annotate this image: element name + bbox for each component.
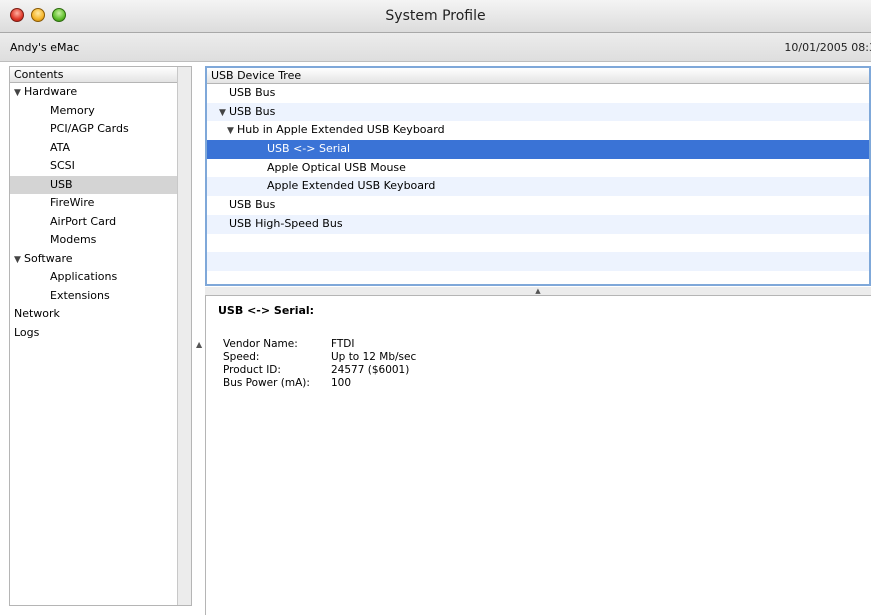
sidebar-item-ata[interactable]: ATA [10, 139, 191, 158]
detail-value: 100 [331, 377, 352, 389]
usb-tree-row[interactable]: USB Bus [207, 84, 869, 103]
usb-tree-label: Apple Optical USB Mouse [267, 160, 406, 174]
detail-key: Speed: [223, 351, 260, 363]
disclosure-triangle-icon[interactable]: ▼ [219, 104, 229, 123]
sidebar-item-scsi[interactable]: SCSI [10, 157, 191, 176]
usb-tree-row[interactable]: Apple Optical USB Mouse [207, 159, 869, 178]
sidebar-item-label: Software [24, 251, 73, 265]
sidebar-item-label: Memory [50, 103, 95, 117]
usb-tree-label: USB High-Speed Bus [229, 216, 343, 230]
split-view-handle[interactable]: ▲ [205, 287, 871, 295]
usb-tree-label: USB Bus [229, 104, 276, 118]
usb-tree-row[interactable]: USB Bus [207, 196, 869, 215]
usb-tree-header[interactable]: USB Device Tree [207, 68, 869, 84]
detail-value: Up to 12 Mb/sec [331, 351, 417, 363]
collapse-arrow-icon[interactable]: ▲ [196, 340, 202, 349]
sidebar-item-label: ATA [50, 140, 71, 154]
empty-tree-row [207, 234, 869, 253]
sidebar-item-logs[interactable]: Logs [10, 324, 191, 343]
sidebar-item-hardware[interactable]: ▼ Hardware [10, 83, 191, 102]
empty-tree-row [207, 252, 869, 271]
usb-tree-row[interactable]: Apple Extended USB Keyboard [207, 177, 869, 197]
sidebar-item-label: USB [50, 177, 73, 191]
sidebar-item-usb[interactable]: USB [10, 175, 191, 194]
detail-key: Product ID: [223, 364, 281, 376]
title-bar: System Profile [0, 0, 871, 33]
info-bar: Andy's eMac 10/01/2005 08:37 [0, 33, 871, 62]
sidebar-item-label: AirPort Card [50, 214, 117, 228]
usb-tree-label: Hub in Apple Extended USB Keyboard [237, 123, 445, 137]
sidebar-item-software[interactable]: ▼ Software [10, 250, 191, 269]
window-title: System Profile [385, 8, 486, 24]
usb-tree-row[interactable]: ▼ Hub in Apple Extended USB Keyboard [207, 121, 869, 140]
detail-row: Vendor Name: FTDI [223, 338, 354, 351]
disclosure-triangle-icon[interactable]: ▼ [227, 122, 237, 141]
usb-tree-label: Apple Extended USB Keyboard [267, 179, 436, 193]
disclosure-triangle-icon[interactable]: ▼ [14, 84, 24, 103]
splitter-grip-icon: ▲ [535, 287, 541, 295]
machine-name: Andy's eMac [10, 41, 80, 54]
usb-tree-row[interactable]: USB <-> Serial [207, 140, 869, 159]
detail-row: Product ID: 24577 ($6001) [223, 364, 409, 377]
detail-panel: USB <-> Serial: Vendor Name: FTDI Speed: Up… [205, 295, 871, 615]
sidebar-item-label: Applications [50, 270, 118, 283]
detail-key: Bus Power (mA): [223, 377, 310, 389]
sidebar-item-label: Hardware [24, 85, 78, 98]
usb-tree-label: USB Bus [229, 198, 276, 212]
usb-tree-label: USB Bus [229, 86, 276, 99]
contents-list[interactable]: Contents ▼ Hardware Memory PCI/AGP Cards ATA… [9, 66, 192, 606]
detail-value: 24577 ($6001) [331, 364, 410, 376]
detail-row: Bus Power (mA): 100 [223, 377, 351, 390]
sidebar-item-label: Extensions [50, 288, 110, 302]
sidebar-item-label: PCI/AGP Cards [50, 122, 129, 135]
sidebar-item-memory[interactable]: Memory [10, 102, 191, 121]
sidebar-item-applications[interactable]: Applications [10, 268, 191, 287]
sidebar-item-label: Network [14, 307, 60, 320]
usb-device-tree[interactable]: USB Device Tree USB Bus ▼ USB Bus ▼ Hub in A… [205, 66, 871, 286]
detail-row: Speed: Up to 12 Mb/sec [223, 351, 416, 364]
sidebar-item-label: Modems [50, 233, 97, 246]
sidebar-item-firewire[interactable]: FireWire [10, 194, 191, 213]
detail-title: USB <-> Serial: [218, 304, 315, 317]
sidebar-item-pci-agp-cards[interactable]: PCI/AGP Cards [10, 120, 191, 139]
detail-value: FTDI [331, 338, 355, 350]
contents-header[interactable]: Contents [10, 67, 191, 83]
usb-tree-label: USB <-> Serial [267, 142, 351, 156]
usb-tree-row[interactable]: ▼ USB Bus [207, 102, 869, 123]
usb-tree-row[interactable]: USB High-Speed Bus [207, 214, 869, 234]
sidebar-item-airport-card[interactable]: AirPort Card [10, 213, 191, 232]
sidebar-scrollbar[interactable] [177, 67, 191, 605]
sidebar-item-modems[interactable]: Modems [10, 231, 191, 250]
sidebar-item-network[interactable]: Network [10, 305, 191, 324]
sidebar-item-label: SCSI [50, 159, 75, 172]
contents-items: ▼ Hardware Memory PCI/AGP Cards ATA SCSI USB Fi… [10, 83, 191, 342]
datetime: 10/01/2005 08:37 [784, 41, 871, 54]
sidebar-item-label: FireWire [50, 196, 95, 209]
sidebar-item-label: Logs [14, 325, 40, 339]
sidebar-item-extensions[interactable]: Extensions [10, 287, 191, 306]
usb-tree-items: USB Bus ▼ USB Bus ▼ Hub in Apple Extended US… [207, 84, 869, 271]
disclosure-triangle-icon[interactable]: ▼ [14, 251, 24, 270]
detail-key: Vendor Name: [223, 338, 298, 350]
